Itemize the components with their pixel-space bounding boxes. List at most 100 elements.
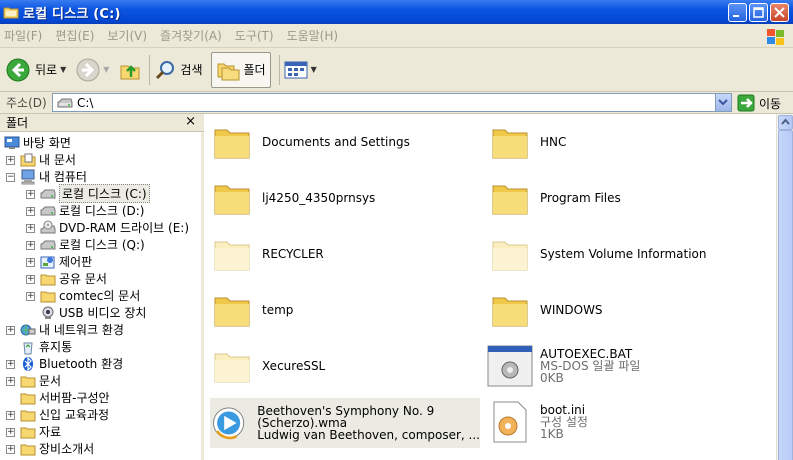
tree-expand-button[interactable]: + — [26, 275, 35, 284]
item-name: System Volume Information — [540, 247, 707, 261]
up-folder-button[interactable] — [119, 52, 141, 88]
folder-item-documents-and-settings[interactable]: Documents and Settings — [212, 117, 410, 167]
tree-expand-button[interactable]: + — [26, 224, 35, 233]
menu-file[interactable]: 파일(F) — [4, 27, 42, 44]
webcam-icon — [42, 306, 54, 319]
folder-icon — [20, 376, 36, 387]
folder-item-hnc[interactable]: HNC — [490, 117, 566, 167]
tree-item-desktop[interactable]: 바탕 화면 — [4, 134, 71, 151]
folder-item-program-files[interactable]: Program Files — [490, 173, 621, 223]
folder-item-lj4250[interactable]: lj4250_4350prnsys — [212, 173, 375, 223]
tree-item-documents[interactable]: 문서 — [20, 372, 61, 389]
tree-expand-button[interactable]: + — [6, 326, 15, 335]
folder-icon — [492, 129, 528, 159]
tree-expand-button[interactable]: + — [26, 241, 35, 250]
file-item-beethoven-wma[interactable]: Beethoven's Symphony No. 9 (Scherzo).wma… — [210, 398, 480, 448]
my-documents-icon — [20, 153, 36, 166]
tree-item-my-computer[interactable]: 내 컴퓨터 — [20, 168, 87, 185]
forward-dropdown-icon[interactable]: ▼ — [103, 65, 109, 74]
scroll-thumb[interactable] — [778, 130, 793, 460]
title-bar[interactable]: 로컬 디스크 (C:) — [0, 0, 793, 24]
recycle-bin-icon — [23, 342, 33, 354]
settings-file-icon — [493, 401, 527, 443]
scroll-up-button[interactable] — [778, 115, 793, 130]
folder-icon — [20, 393, 36, 404]
my-computer-icon — [21, 169, 35, 184]
folders-button[interactable]: 폴더 — [210, 51, 271, 88]
menu-tools[interactable]: 도구(T) — [235, 27, 274, 44]
address-label: 주소(D) — [6, 96, 47, 110]
views-dropdown-icon[interactable]: ▼ — [311, 65, 317, 74]
drive-icon — [57, 98, 73, 107]
tree-item-materials[interactable]: 자료 — [20, 423, 61, 440]
folder-item-windows[interactable]: WINDOWS — [490, 285, 603, 335]
tree-expand-button[interactable]: + — [6, 428, 15, 437]
tree-label: 내 컴퓨터 — [39, 170, 87, 184]
tree-item-recycle-bin[interactable]: 휴지통 — [20, 338, 72, 355]
tree-expand-button[interactable]: + — [26, 190, 35, 199]
file-item-autoexec-bat[interactable]: AUTOEXEC.BAT MS-DOS 일괄 파일 0KB — [486, 341, 640, 391]
tree-expand-button[interactable]: + — [6, 411, 15, 420]
tree-item-bluetooth[interactable]: Bluetooth 환경 — [20, 355, 123, 372]
tree-label: 바탕 화면 — [23, 136, 71, 150]
explorer-window: 로컬 디스크 (C:) 파일(F) 편집(E) 보기(V) 즐겨찾기(A) 도구… — [0, 0, 793, 460]
hidden-folder-icon — [214, 353, 250, 383]
views-button[interactable]: ▼ — [284, 52, 317, 88]
file-item-boot-ini[interactable]: boot.ini 구성 설정 1KB — [490, 397, 588, 447]
folder-icon — [20, 427, 36, 438]
back-dropdown-icon[interactable]: ▼ — [60, 65, 66, 74]
tree-label: USB 비디오 장치 — [59, 306, 147, 320]
menu-edit[interactable]: 편집(E) — [55, 27, 94, 44]
tree-item-my-documents[interactable]: 내 문서 — [20, 151, 76, 168]
tree-expand-button[interactable]: + — [6, 156, 15, 165]
tree-expand-button[interactable]: + — [26, 258, 35, 267]
tree-expand-button[interactable]: + — [6, 377, 15, 386]
tree-item-my-network[interactable]: 내 네트워크 환경 — [20, 321, 124, 338]
folder-item-recycler[interactable]: RECYCLER — [212, 229, 324, 279]
tree-expand-button[interactable]: + — [6, 360, 15, 369]
folder-pane-close-icon[interactable]: × — [185, 114, 196, 129]
folder-item-xecuressl[interactable]: XecureSSL — [212, 341, 325, 391]
hidden-folder-icon — [492, 241, 528, 271]
item-name: RECYCLER — [262, 247, 324, 261]
tree-collapse-button[interactable]: − — [6, 173, 15, 182]
tree-item-local-disk-d[interactable]: 로컬 디스크 (D:) — [40, 202, 144, 219]
tree-item-server-farm[interactable]: 서버팜-구성안 — [20, 389, 110, 406]
tree-expand-button[interactable]: + — [26, 207, 35, 216]
tree-item-local-disk-c[interactable]: 로컬 디스크 (C:) — [40, 184, 150, 203]
tree-item-usb-video[interactable]: USB 비디오 장치 — [40, 304, 146, 321]
tree-item-control-panel[interactable]: 제어판 — [40, 253, 92, 270]
address-bar: 주소(D) C:\ 이동 — [0, 92, 793, 114]
tree-expand-button[interactable]: + — [26, 292, 35, 301]
search-button[interactable]: 검색 — [154, 52, 203, 88]
tree-expand-button[interactable]: + — [6, 445, 15, 454]
batch-file-icon — [487, 345, 533, 387]
folder-pane-header: 폴더 × — [0, 114, 204, 132]
tree-label: 공유 문서 — [59, 272, 107, 286]
go-button[interactable]: 이동 — [737, 94, 781, 112]
folder-item-system-volume-information[interactable]: System Volume Information — [490, 229, 706, 279]
maximize-button[interactable] — [749, 3, 768, 22]
menu-favorites[interactable]: 즐겨찾기(A) — [160, 27, 222, 44]
tree-item-dvd-drive[interactable]: DVD-RAM 드라이브 (E:) — [40, 219, 189, 236]
tree-item-equipment-intro[interactable]: 장비소개서 — [20, 440, 94, 457]
vertical-scrollbar[interactable] — [776, 114, 793, 460]
folder-icon — [20, 444, 36, 455]
folder-icon — [40, 291, 56, 302]
tree-item-local-disk-q[interactable]: 로컬 디스크 (Q:) — [40, 236, 145, 253]
tree-item-shared-documents[interactable]: 공유 문서 — [40, 270, 107, 287]
forward-button[interactable]: ▼ — [76, 52, 109, 88]
address-input[interactable]: C:\ — [52, 93, 732, 112]
menu-help[interactable]: 도움말(H) — [287, 27, 339, 44]
address-dropdown-button[interactable] — [715, 94, 731, 111]
tree-item-training-course[interactable]: 신입 교육과정 — [20, 406, 109, 423]
back-button[interactable]: 뒤로 ▼ — [6, 52, 66, 88]
menu-view[interactable]: 보기(V) — [107, 27, 147, 44]
item-name: WINDOWS — [540, 303, 603, 317]
tree-item-comtec-documents[interactable]: comtec의 문서 — [40, 287, 140, 304]
close-button[interactable] — [770, 3, 789, 22]
item-size: 0KB — [540, 371, 564, 385]
folder-item-temp[interactable]: temp — [212, 285, 293, 335]
standard-toolbar: 뒤로 ▼ ▼ 검색 폴더 ▼ — [0, 48, 793, 92]
minimize-button[interactable] — [728, 3, 747, 22]
